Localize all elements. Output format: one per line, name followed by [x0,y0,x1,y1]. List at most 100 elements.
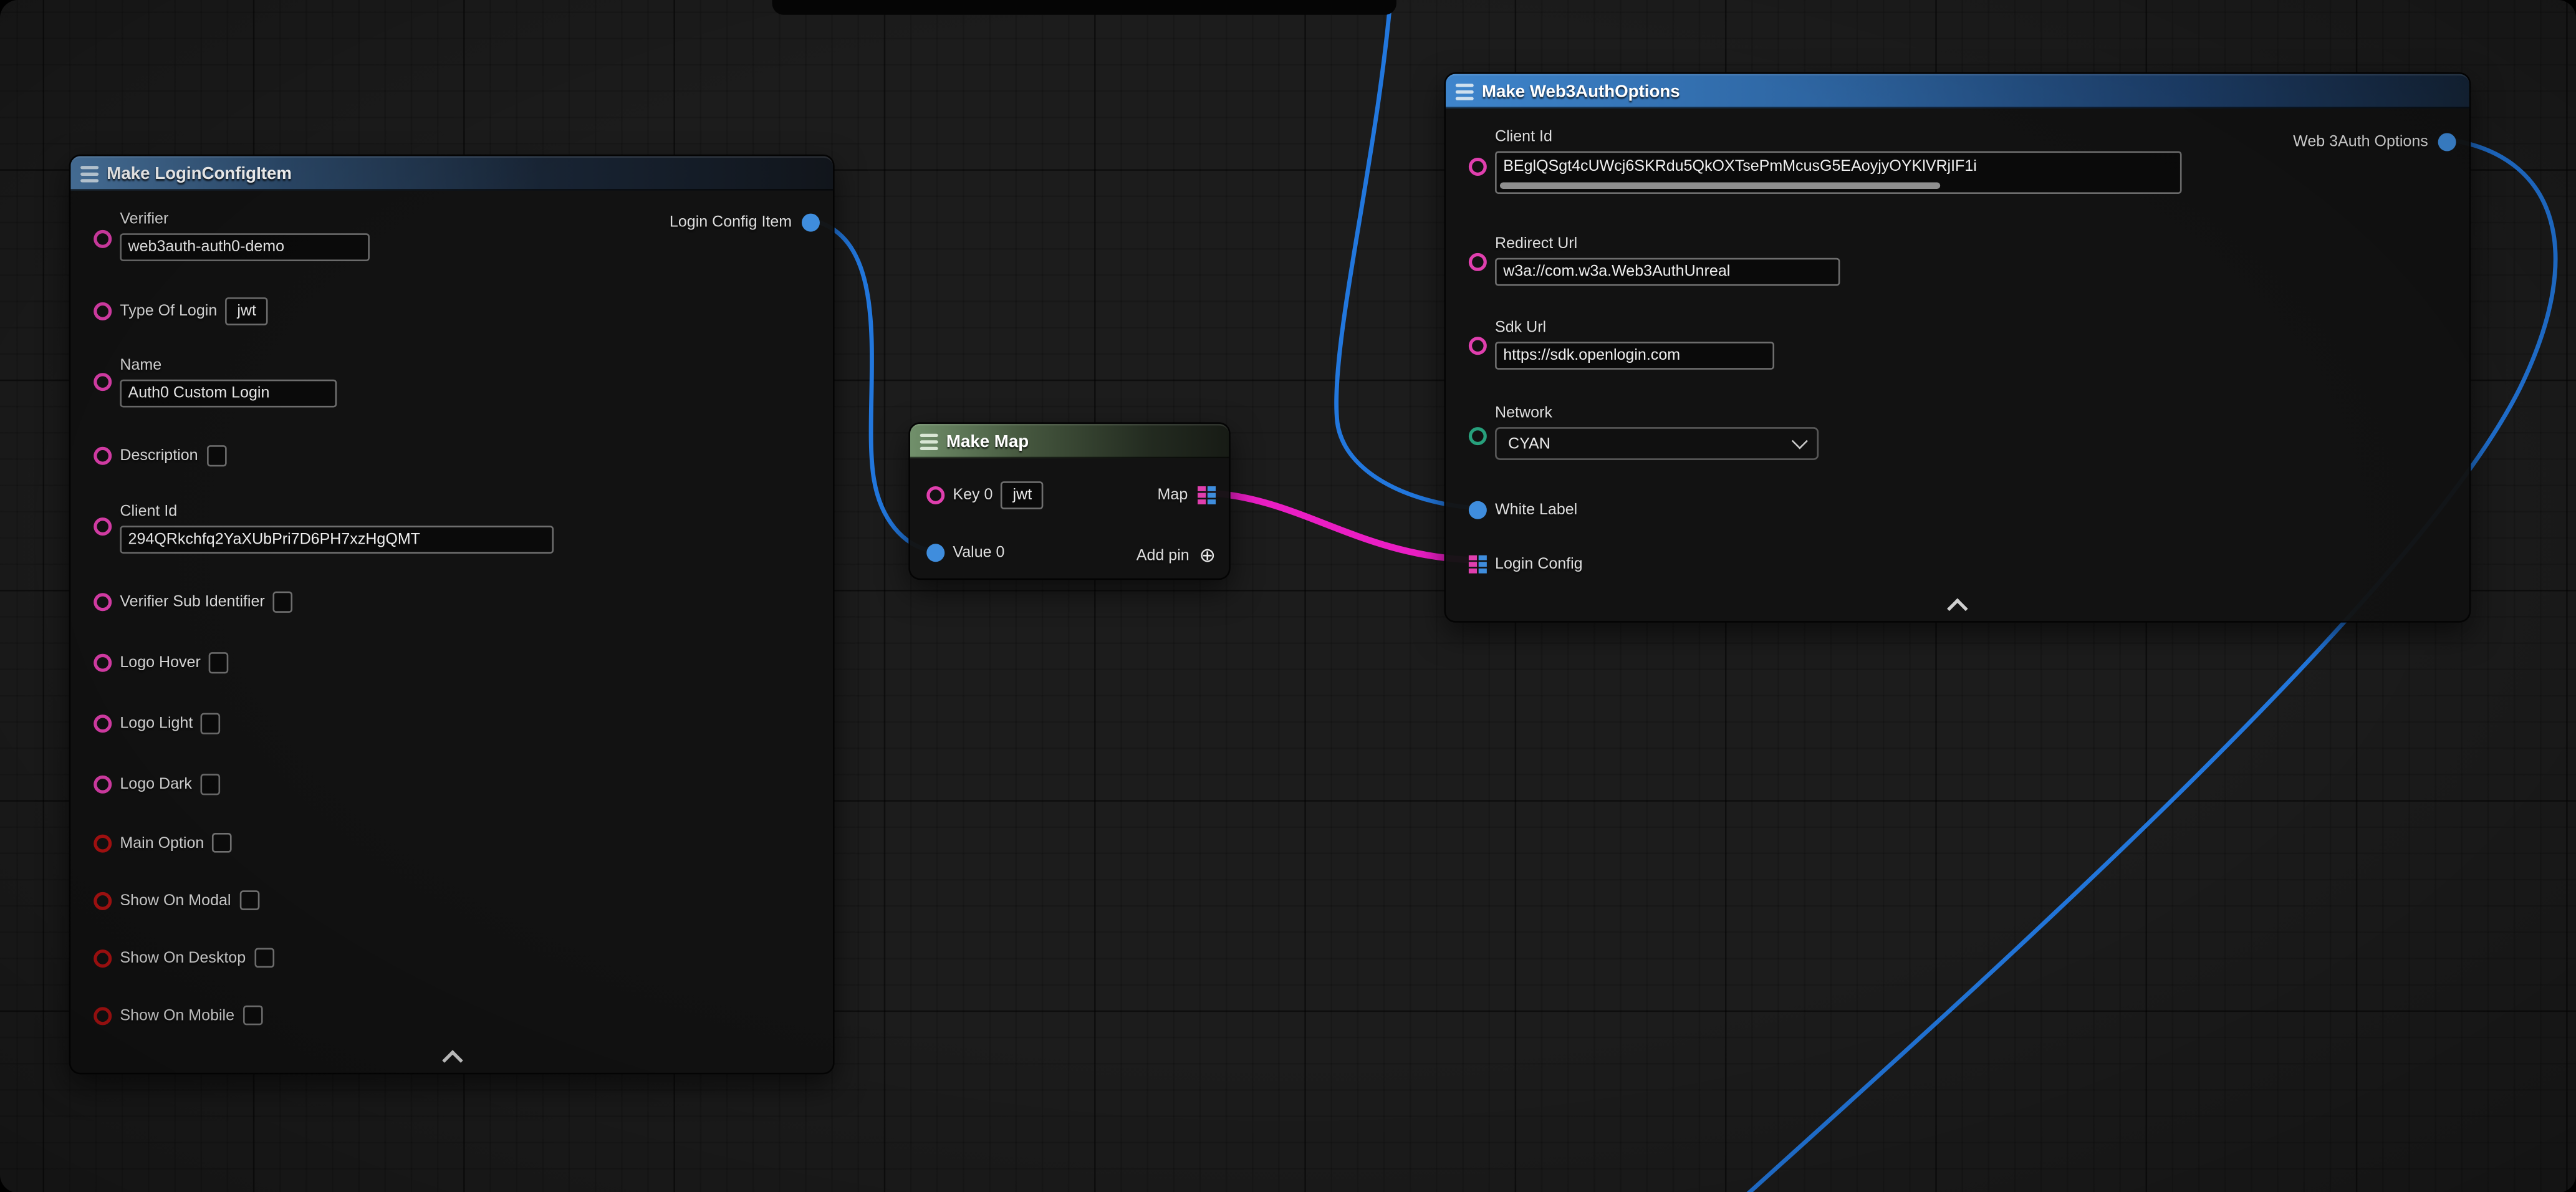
struct-icon [80,165,99,181]
node-header[interactable]: Make Map [910,424,1229,458]
node-title: Make Map [946,431,1029,451]
white-label-pin[interactable] [1469,500,1487,518]
sdk-url-pin[interactable] [1469,337,1487,355]
client-id-scrollbar[interactable] [1500,183,1940,190]
pin-label: Redirect Url [1495,235,1840,253]
show-on-desktop-checkbox[interactable] [254,948,274,968]
verifier-sub-identifier-pin[interactable] [94,592,112,610]
pin-label: Main Option [120,834,204,852]
map-output-pin-icon[interactable] [1198,486,1216,504]
pin-label: Logo Dark [120,774,192,792]
redirect-url-pin[interactable] [1469,253,1487,271]
pin-row-client-id: Client Id 294QRkchfq2YaXUbPri7D6PH7xzHgQ… [94,502,554,554]
pin-label: Login Config Item [670,213,792,231]
redirect-url-input[interactable]: w3a://com.w3a.Web3AuthUnreal [1495,258,1840,286]
pin-row-type-of-login: Type Of Login jwt [94,299,268,322]
struct-icon [1456,83,1474,99]
client-id-pin[interactable] [1469,158,1487,176]
key0-input[interactable]: jwt [1001,481,1044,509]
pin-row-name: Name Auth0 Custom Login [94,357,337,408]
pin-row-value0: Value 0 [926,541,1004,564]
show-on-mobile-checkbox[interactable] [243,1006,262,1026]
login-config-pin-icon[interactable] [1469,554,1487,572]
node-header[interactable]: Make Web3AuthOptions [1446,74,2469,108]
node-title: Make LoginConfigItem [107,163,292,183]
main-option-pin[interactable] [94,834,112,852]
add-pin-label: Add pin [1137,546,1189,564]
login-config-item-output-pin[interactable] [802,213,820,231]
name-pin[interactable] [94,373,112,391]
output-pin-row: Web 3Auth Options [2293,130,2456,153]
pin-row-show-on-mobile: Show On Mobile [94,1004,262,1027]
web3auth-options-output-pin[interactable] [2438,132,2456,150]
sdk-url-input[interactable]: https://sdk.openlogin.com [1495,342,1774,370]
pin-row-logo-dark: Logo Dark [94,772,219,795]
description-pin[interactable] [94,446,112,464]
chevron-down-icon [1792,433,1808,449]
key0-pin[interactable] [926,486,944,504]
client-id-input[interactable]: 294QRkchfq2YaXUbPri7D6PH7xzHgQMT [120,526,554,554]
pin-label: Type Of Login [120,302,217,320]
pin-label: Sdk Url [1495,319,1774,337]
type-of-login-input[interactable]: jwt [225,297,268,325]
pin-row-logo-light: Logo Light [94,711,221,734]
pin-row-sdk-url: Sdk Url https://sdk.openlogin.com [1469,319,1774,370]
pin-label: Logo Light [120,714,193,732]
pin-label: Description [120,446,198,464]
type-of-login-pin[interactable] [94,302,112,320]
pin-label: Logo Hover [120,653,200,671]
verifier-pin[interactable] [94,230,112,248]
pin-label: Value 0 [953,543,1004,561]
node-make-loginconfigitem[interactable]: Make LoginConfigItem Login Config Item V… [69,155,835,1075]
pin-label: Web 3Auth Options [2293,132,2428,150]
network-pin[interactable] [1469,427,1487,445]
graph-viewport: Make LoginConfigItem Login Config Item V… [0,0,2576,1192]
show-on-modal-checkbox[interactable] [239,890,259,910]
graph-canvas[interactable]: Make LoginConfigItem Login Config Item V… [0,0,2576,1192]
pin-label: Show On Mobile [120,1006,234,1024]
blueprint-editor: Make LoginConfigItem Login Config Item V… [0,0,2576,1192]
collapse-node-button[interactable] [1944,598,1971,614]
pin-label: Client Id [1495,128,2182,147]
verifier-input[interactable]: web3auth-auth0-demo [120,233,370,261]
show-on-mobile-pin[interactable] [94,1006,112,1024]
collapse-node-button[interactable] [439,1050,465,1066]
verifier-sub-identifier-input[interactable] [273,590,293,612]
pin-label: Key 0 [953,486,992,504]
network-select[interactable]: CYAN [1495,427,1819,460]
add-pin-icon: ⊕ [1199,546,1216,565]
pin-row-white-label: White Label [1469,497,1577,521]
chevron-up-icon [441,1050,463,1071]
logo-dark-pin[interactable] [94,774,112,792]
client-id-pin[interactable] [94,517,112,536]
logo-hover-pin[interactable] [94,653,112,671]
name-input[interactable]: Auth0 Custom Login [120,380,337,408]
offscreen-node-edge [772,0,1396,15]
show-on-modal-pin[interactable] [94,892,112,910]
pin-row-show-on-desktop: Show On Desktop [94,946,274,969]
pin-row-logo-hover: Logo Hover [94,651,228,674]
main-option-checkbox[interactable] [213,833,233,853]
logo-light-input[interactable] [201,712,221,733]
logo-hover-input[interactable] [209,651,229,673]
node-make-map[interactable]: Make Map Key 0 jwt Map Value 0 Add pin ⊕ [908,422,1230,580]
node-make-web3authoptions[interactable]: Make Web3AuthOptions Web 3Auth Options C… [1444,72,2471,623]
client-id-input[interactable]: BEglQSgt4cUWcj6SKRdu5QkOXTsePmMcusG5EAoy… [1495,151,2182,194]
pin-row-login-config: Login Config [1469,552,1583,575]
pin-label: Network [1495,404,1819,422]
value0-pin[interactable] [926,543,944,561]
show-on-desktop-pin[interactable] [94,949,112,967]
add-pin-button[interactable]: Add pin ⊕ [1137,544,1216,567]
pin-label: Client Id [120,502,554,521]
pin-row-description: Description [94,444,226,467]
pin-label: White Label [1495,500,1577,518]
node-header[interactable]: Make LoginConfigItem [70,156,833,190]
pin-row-main-option: Main Option [94,831,232,854]
logo-dark-input[interactable] [200,773,220,794]
pin-row-network: Network CYAN [1469,404,1819,460]
description-input[interactable] [206,445,226,466]
pin-row-verifier: Verifier web3auth-auth0-demo [94,210,370,261]
pin-label: Verifier Sub Identifier [120,592,264,610]
logo-light-pin[interactable] [94,714,112,732]
pin-row-client-id: Client Id BEglQSgt4cUWcj6SKRdu5QkOXTsePm… [1469,128,2182,194]
